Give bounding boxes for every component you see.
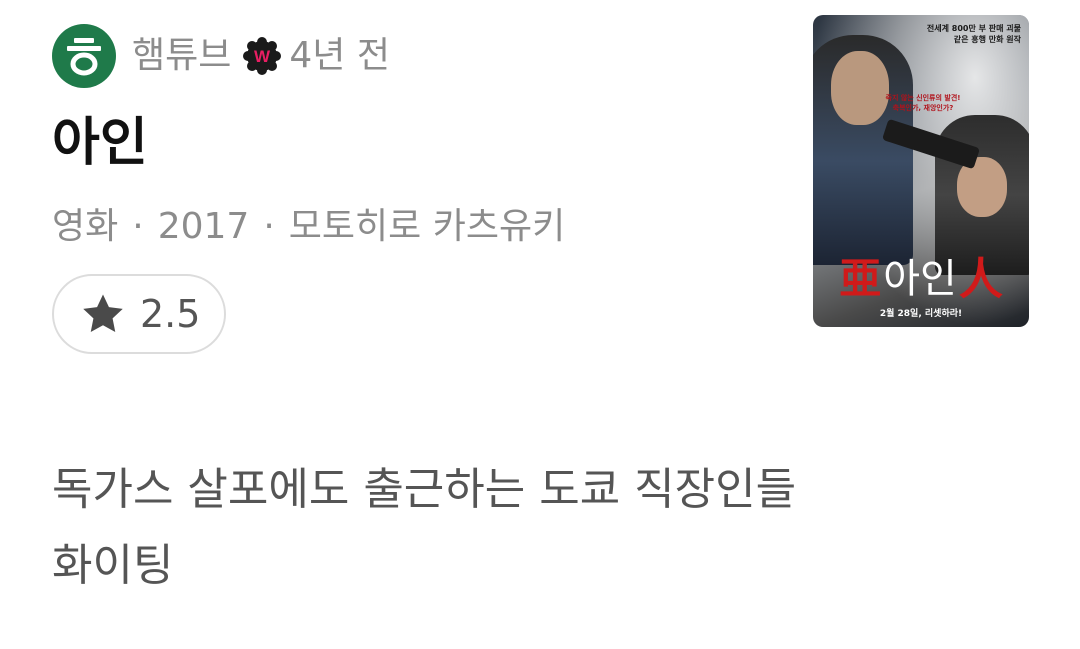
content-title[interactable]: 아인 <box>52 112 148 174</box>
meta-separator: · <box>132 206 144 247</box>
poster-face-left <box>831 51 889 125</box>
content-meta: 영화 · 2017 · 모토히로 카츠유키 <box>52 205 565 248</box>
review-text[interactable]: 독가스 살포에도 출근하는 도쿄 직장인들 화이팅 <box>52 452 1012 604</box>
content-year: 2017 <box>157 206 250 247</box>
movie-poster[interactable]: 전세계 800만 부 판매 괴물 같은 흥행 만화 원작 죽지 않는 신인류의 … <box>813 15 1029 327</box>
review-card[interactable]: 햄튜브 W 4년 전 아인 영화 · 2017 · 모토히로 카츠유키 2.5 <box>0 0 1080 649</box>
poster-kanji-left: 亜 <box>839 253 882 303</box>
review-line: 화이팅 <box>52 540 174 591</box>
time-ago: 4년 전 <box>289 35 390 76</box>
content-category: 영화 <box>52 206 119 247</box>
avatar[interactable] <box>52 24 116 88</box>
poster-release-date: 2월 28일, 리셋하라! <box>879 309 963 319</box>
hieut-logo-icon <box>67 38 101 76</box>
rating-value: 2.5 <box>140 292 201 336</box>
content-director: 모토히로 카츠유키 <box>288 206 566 247</box>
poster-title-row: 亜 아인 人 <box>813 247 1029 306</box>
poster-title: 아인 <box>883 256 957 302</box>
watcha-badge-icon: W <box>243 37 282 75</box>
poster-tagline-mid: 죽지 않는 신인류의 발견! 축복인가, 재앙인가? <box>885 94 961 112</box>
author-row: 햄튜브 W 4년 전 <box>52 24 390 88</box>
poster-tagline-top: 전세계 800만 부 판매 괴물 같은 흥행 만화 원작 <box>926 24 1021 44</box>
meta-separator: · <box>263 206 275 247</box>
review-line: 독가스 살포에도 출근하는 도쿄 직장인들 <box>52 464 797 515</box>
svg-text:W: W <box>254 47 271 66</box>
author-name[interactable]: 햄튜브 <box>132 38 231 74</box>
star-icon <box>83 294 123 333</box>
poster-kanji-right: 人 <box>958 254 1003 305</box>
rating-badge: 2.5 <box>52 274 226 354</box>
